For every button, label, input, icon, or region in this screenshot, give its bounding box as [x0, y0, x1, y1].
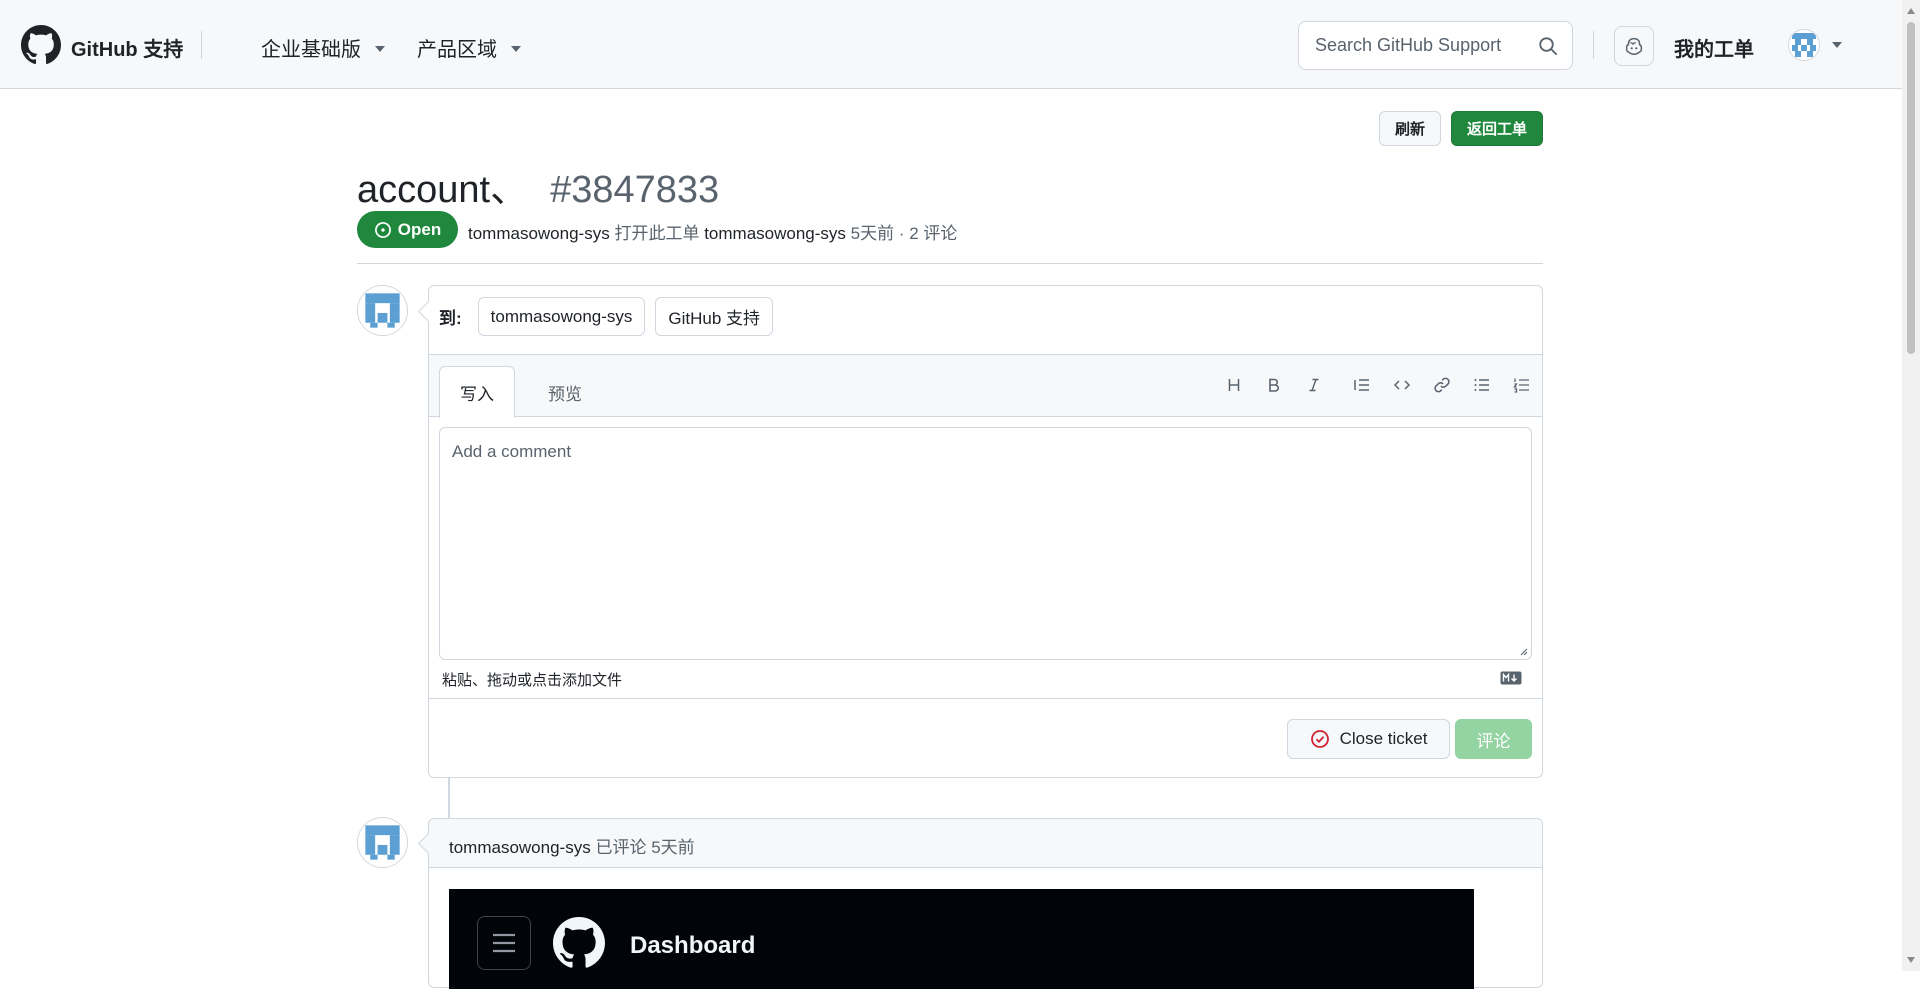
- search-box: [1298, 21, 1573, 70]
- scroll-down-arrow-icon[interactable]: [1907, 957, 1915, 963]
- opened-text: 打开此工单: [614, 224, 700, 243]
- ticket-meta: tommasowong-sys 打开此工单 tommasowong-sys 5天…: [468, 219, 957, 244]
- avatar[interactable]: [357, 817, 408, 868]
- bold-icon[interactable]: [1264, 375, 1284, 395]
- search-icon[interactable]: [1538, 36, 1558, 56]
- issue-open-icon: [374, 221, 391, 238]
- recipient-chip[interactable]: GitHub 支持: [655, 297, 774, 336]
- scrollbar-thumb[interactable]: [1907, 22, 1915, 354]
- github-logo-icon: [553, 917, 605, 968]
- nav-product-area-dropdown[interactable]: 产品区域: [417, 33, 521, 62]
- github-logo-icon[interactable]: [21, 25, 61, 65]
- top-navigation-bar: GitHub 支持 企业基础版 产品区域 我的工单: [0, 0, 1902, 89]
- heading-icon[interactable]: [1224, 375, 1244, 395]
- embedded-screenshot[interactable]: Dashboard: [449, 889, 1474, 989]
- comment-action: 已评论: [595, 838, 647, 857]
- markdown-icon[interactable]: [1500, 671, 1522, 685]
- timeline-comment: tommasowong-sys 已评论 5天前 Dashboard: [428, 818, 1543, 989]
- hamburger-menu-icon: [477, 916, 531, 970]
- identicon-icon: [358, 818, 407, 867]
- comment-header: tommasowong-sys 已评论 5天前: [429, 819, 1542, 868]
- comment-header-text: tommasowong-sys 已评论 5天前: [449, 833, 695, 858]
- opened-time: 5天前: [850, 224, 895, 243]
- page-title: account、 #3847833: [357, 158, 719, 213]
- close-ticket-button[interactable]: Close ticket: [1287, 719, 1450, 759]
- status-badge: Open: [357, 211, 458, 248]
- comment-submit-button[interactable]: 评论: [1455, 719, 1532, 759]
- tab-write[interactable]: 写入: [439, 366, 515, 418]
- quote-icon[interactable]: [1352, 375, 1372, 395]
- unordered-list-icon[interactable]: [1472, 375, 1492, 395]
- back-to-tickets-button[interactable]: 返回工单: [1451, 111, 1543, 146]
- comment-composer: 到: tommasowong-sys GitHub 支持 写入 预览 Add a…: [428, 285, 1543, 778]
- author-link[interactable]: tommasowong-sys: [449, 838, 591, 857]
- chevron-down-icon: [375, 45, 385, 52]
- recipients-row: 到: tommasowong-sys GitHub 支持: [439, 297, 774, 336]
- formatting-tools: [1224, 375, 1532, 395]
- identicon-icon: [1789, 30, 1819, 60]
- my-tickets-link[interactable]: 我的工单: [1674, 33, 1754, 62]
- copilot-button[interactable]: [1614, 26, 1654, 66]
- recipient-chip[interactable]: tommasowong-sys: [477, 297, 646, 336]
- author-link[interactable]: tommasowong-sys: [704, 224, 846, 243]
- check-circle-icon: [1310, 730, 1329, 748]
- chevron-down-icon: [511, 45, 521, 52]
- nav-enterprise-dropdown[interactable]: 企业基础版: [261, 33, 385, 62]
- comment-count: · 2 评论: [898, 224, 958, 243]
- resize-handle-icon[interactable]: [1518, 646, 1528, 656]
- ordered-list-icon[interactable]: [1512, 375, 1532, 395]
- screenshot-dashboard-title: Dashboard: [630, 932, 756, 959]
- avatar: [1788, 29, 1820, 61]
- ticket-title: account、: [357, 169, 529, 211]
- to-label: 到:: [439, 309, 462, 328]
- user-menu-dropdown[interactable]: [1788, 29, 1842, 61]
- comment-textarea[interactable]: [450, 440, 1514, 644]
- chevron-down-icon: [1832, 42, 1842, 48]
- comment-textarea-wrapper: [439, 427, 1532, 660]
- page-scrollbar[interactable]: [1902, 0, 1920, 971]
- avatar[interactable]: [357, 285, 408, 336]
- code-icon[interactable]: [1392, 375, 1412, 395]
- identicon-icon: [358, 286, 407, 335]
- copilot-icon: [1625, 37, 1643, 55]
- header-divider: [1593, 31, 1594, 59]
- comment-time[interactable]: 5天前: [651, 838, 694, 857]
- ticket-number: #3847833: [550, 169, 720, 211]
- timeline-connector: [448, 778, 450, 818]
- brand-title[interactable]: GitHub 支持: [71, 33, 183, 62]
- title-divider: [357, 263, 1543, 264]
- editor-toolbar: 写入 预览: [429, 354, 1542, 418]
- status-label: Open: [397, 219, 442, 239]
- attach-files-hint[interactable]: 粘贴、拖动或点击添加文件: [442, 669, 622, 690]
- tab-preview[interactable]: 预览: [528, 366, 602, 418]
- scroll-up-arrow-icon[interactable]: [1907, 8, 1915, 14]
- nav-product-area-label: 产品区域: [417, 39, 497, 61]
- author-link[interactable]: tommasowong-sys: [468, 224, 610, 243]
- nav-enterprise-label: 企业基础版: [261, 39, 361, 61]
- search-input[interactable]: [1313, 34, 1537, 57]
- italic-icon[interactable]: [1304, 375, 1324, 395]
- link-icon[interactable]: [1432, 375, 1452, 395]
- header-divider: [201, 31, 202, 59]
- composer-divider: [429, 698, 1542, 699]
- refresh-button[interactable]: 刷新: [1379, 111, 1441, 146]
- close-ticket-label: Close ticket: [1339, 729, 1428, 748]
